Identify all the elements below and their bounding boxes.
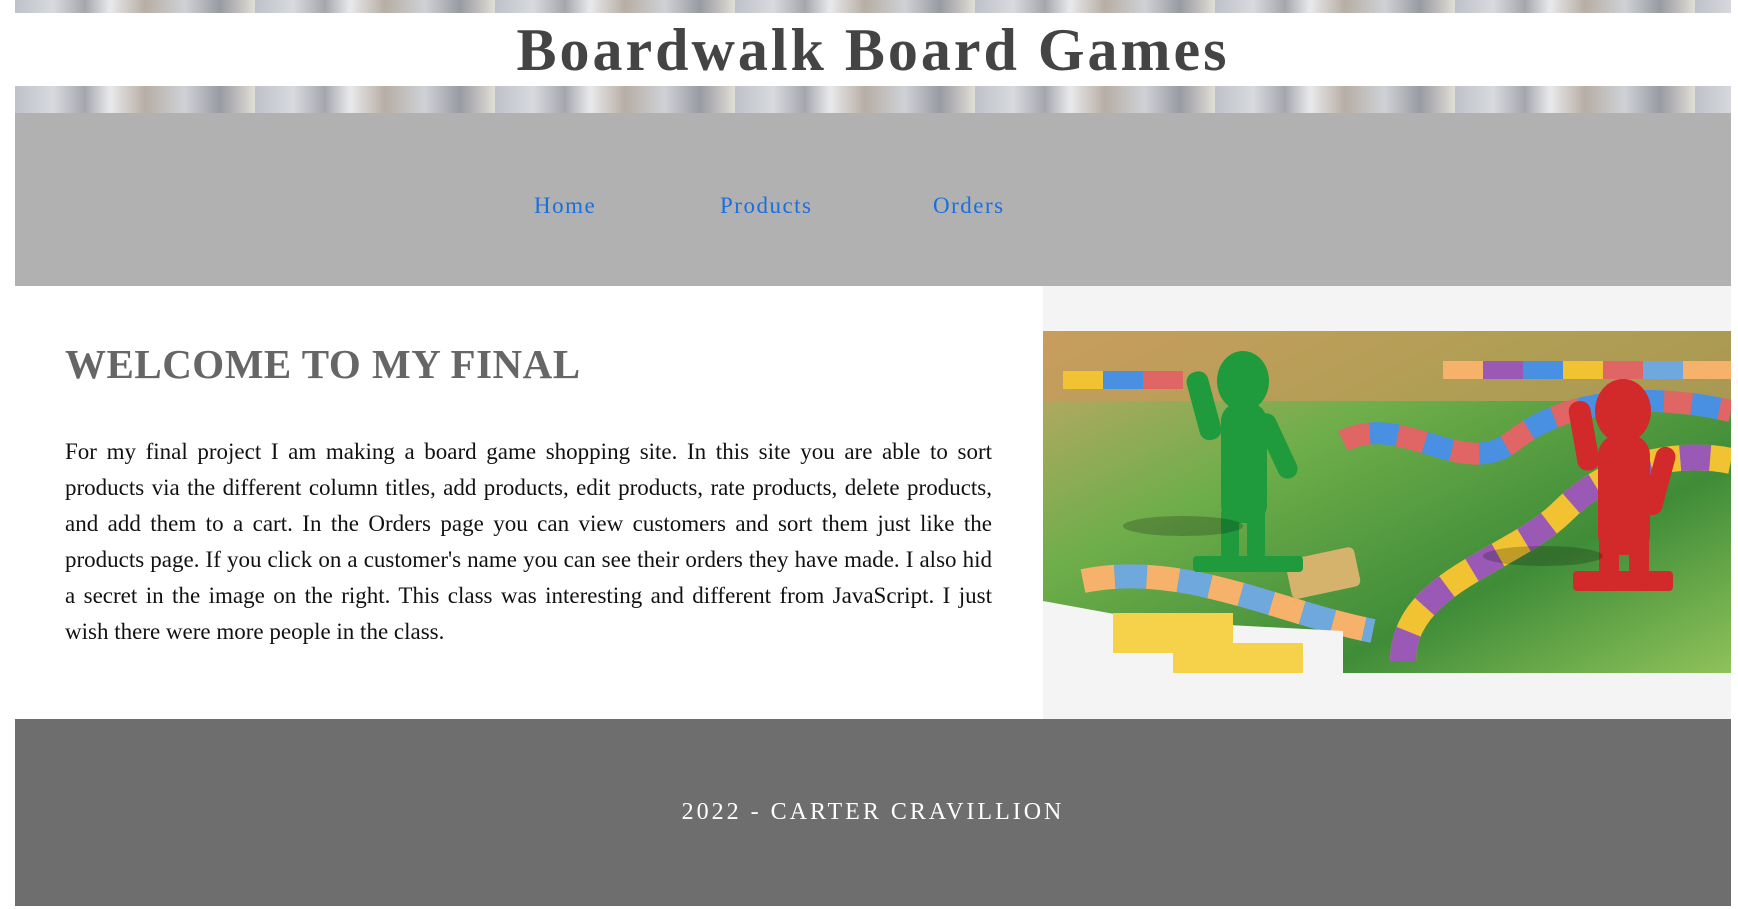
site-title: Boardwalk Board Games xyxy=(516,16,1230,83)
header-banner: Boardwalk Board Games xyxy=(15,0,1731,113)
page: Boardwalk Board Games Home Products Orde… xyxy=(0,0,1738,909)
page-footer: 2022 - CARTER CRAVILLION xyxy=(15,719,1731,906)
welcome-heading: WELCOME TO MY FINAL xyxy=(65,341,581,387)
image-aside xyxy=(1043,286,1731,719)
main-content: WELCOME TO MY FINAL For my final project… xyxy=(15,286,1731,719)
nav-link-products[interactable]: Products xyxy=(720,193,813,219)
board-game-photo-icon xyxy=(1043,331,1731,673)
board-game-image xyxy=(1043,331,1731,673)
intro-paragraph: For my final project I am making a board… xyxy=(65,439,992,644)
title-strip: Boardwalk Board Games xyxy=(15,13,1731,86)
nav-link-home[interactable]: Home xyxy=(534,193,596,219)
footer-copyright: 2022 - CARTER CRAVILLION xyxy=(681,799,1065,825)
nav-link-orders[interactable]: Orders xyxy=(933,193,1005,219)
main-nav: Home Products Orders xyxy=(15,113,1731,286)
